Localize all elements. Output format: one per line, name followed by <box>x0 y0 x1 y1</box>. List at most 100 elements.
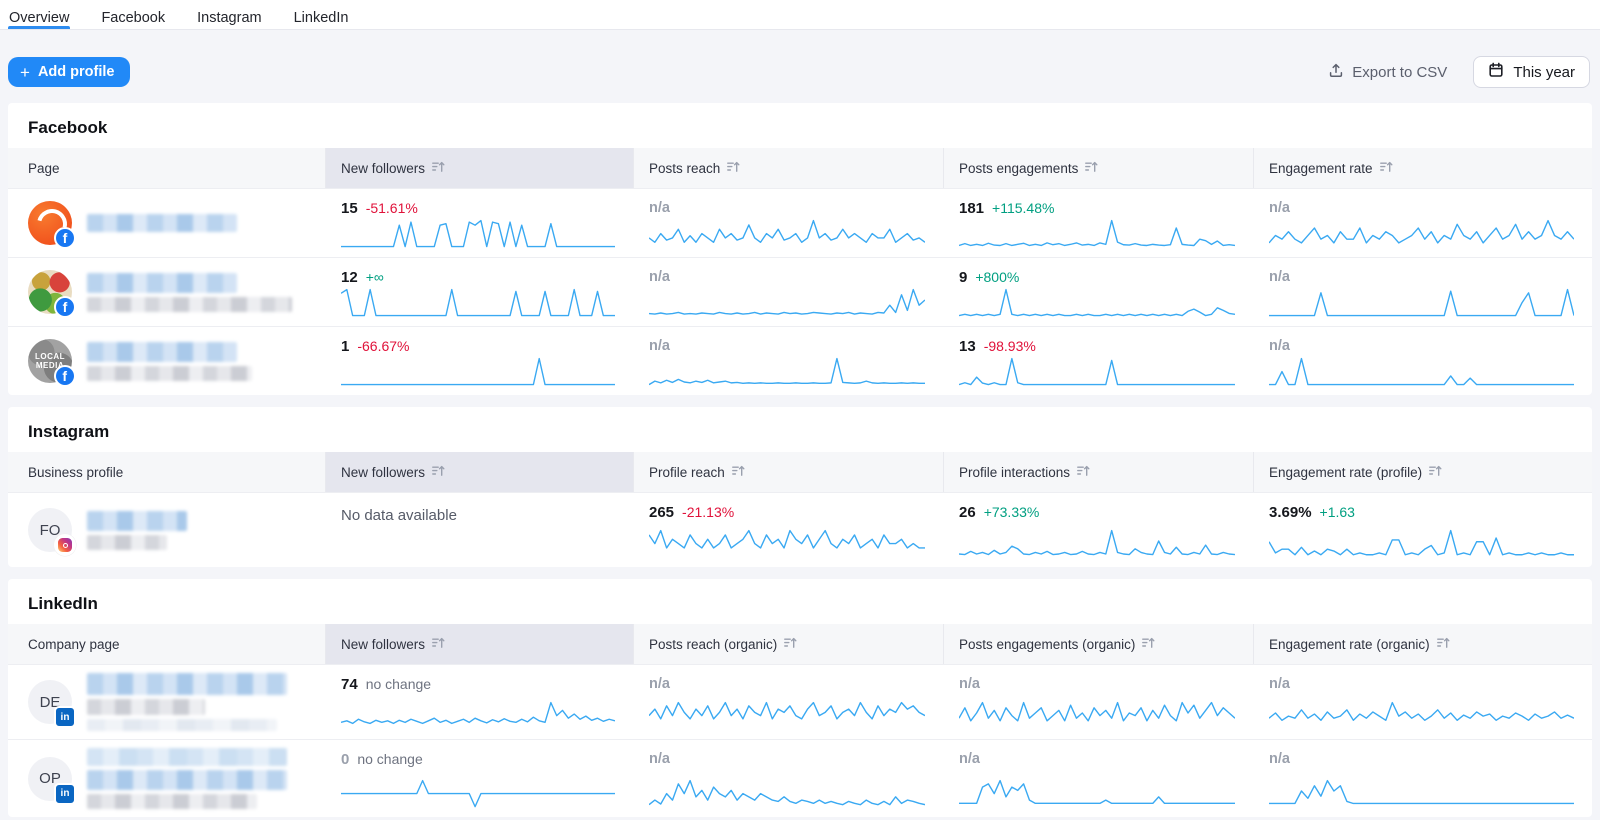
export-to-csv-button[interactable]: Export to CSV <box>1328 62 1447 82</box>
tab-overview[interactable]: Overview <box>8 0 70 29</box>
column-header-label: Posts engagements (organic) <box>959 637 1135 652</box>
redacted-profile-name <box>87 214 237 232</box>
profile-cell[interactable]: OPin <box>8 740 325 817</box>
metric-value: 1 <box>341 338 349 355</box>
metric-value: 74 <box>341 676 358 693</box>
column-header-profile-reach[interactable]: Profile reach <box>633 452 943 492</box>
add-profile-button[interactable]: + Add profile <box>8 57 130 87</box>
metric-cell: 12+∞ <box>325 258 633 326</box>
metric-value-row: n/a <box>649 269 925 285</box>
table-row: DEin 74no change n/a n/a n/a <box>8 664 1592 739</box>
column-header-engagement-rate[interactable]: Engagement rate <box>1253 148 1592 188</box>
na-label: n/a <box>1269 269 1290 285</box>
sparkline-chart <box>649 700 925 730</box>
sort-icon <box>432 465 445 480</box>
column-header-engagement-rate-organic-[interactable]: Engagement rate (organic) <box>1253 624 1592 664</box>
profile-cell[interactable]: FO <box>8 493 325 567</box>
profile-avatar: LOCALMEDIAf <box>28 339 72 383</box>
column-header-new-followers[interactable]: New followers <box>325 148 633 188</box>
redacted-text-line <box>87 273 237 293</box>
section-title: Facebook <box>8 103 1592 148</box>
metric-value-row: 265-21.13% <box>649 504 925 521</box>
column-header-posts-reach-organic-[interactable]: Posts reach (organic) <box>633 624 943 664</box>
metric-delta: -21.13% <box>682 504 734 520</box>
add-profile-label: Add profile <box>38 64 115 80</box>
metric-delta: +∞ <box>366 269 384 285</box>
metric-value-row: n/a <box>649 338 925 354</box>
section-title: Instagram <box>8 407 1592 452</box>
metric-value: 13 <box>959 338 976 355</box>
column-header-label: Profile reach <box>649 465 725 480</box>
metric-cell: No data available <box>325 493 633 567</box>
metric-delta: +115.48% <box>992 200 1054 216</box>
sparkline-chart <box>1269 778 1574 808</box>
metric-value-row: n/a <box>1269 338 1574 354</box>
profile-cell[interactable]: f <box>8 189 325 257</box>
sparkline-chart <box>1269 218 1574 248</box>
sort-icon <box>727 161 740 176</box>
redacted-text-line <box>87 770 287 790</box>
redacted-text-line <box>87 297 292 312</box>
redacted-profile-name <box>87 273 292 312</box>
column-header-new-followers[interactable]: New followers <box>325 452 633 492</box>
column-header-posts-engagements-organic-[interactable]: Posts engagements (organic) <box>943 624 1253 664</box>
redacted-text-line <box>87 214 237 232</box>
metric-value-row: 3.69%+1.63 <box>1269 504 1574 521</box>
profile-cell[interactable]: LOCALMEDIAf <box>8 327 325 395</box>
facebook-badge-icon: f <box>54 365 76 387</box>
metric-cell: 74no change <box>325 665 633 739</box>
column-header-label: Engagement rate (organic) <box>1269 637 1430 652</box>
column-header-entity: Company page <box>8 624 325 664</box>
column-header-posts-engagements[interactable]: Posts engagements <box>943 148 1253 188</box>
na-label: n/a <box>649 200 670 216</box>
redacted-text-line <box>87 748 287 766</box>
metric-cell: 265-21.13% <box>633 493 943 567</box>
facebook-badge-icon: f <box>54 227 76 249</box>
na-label: n/a <box>959 676 980 692</box>
sparkline-chart <box>959 287 1235 317</box>
na-label: n/a <box>959 751 980 767</box>
metric-value-row: n/a <box>959 751 1235 767</box>
metric-value-row: n/a <box>1269 200 1574 216</box>
redacted-text-line <box>87 366 252 381</box>
metric-cell: 3.69%+1.63 <box>1253 493 1592 567</box>
metric-delta: -98.93% <box>984 338 1036 354</box>
redacted-text-line <box>87 794 257 809</box>
tab-facebook[interactable]: Facebook <box>100 0 166 29</box>
column-header-posts-reach[interactable]: Posts reach <box>633 148 943 188</box>
no-data-label: No data available <box>341 504 615 524</box>
column-header-new-followers[interactable]: New followers <box>325 624 633 664</box>
tab-instagram[interactable]: Instagram <box>196 0 262 29</box>
profile-cell[interactable]: DEin <box>8 665 325 739</box>
column-header-label: New followers <box>341 161 425 176</box>
period-selector-button[interactable]: This year <box>1473 56 1590 88</box>
metric-value-row: 181 +115.48% <box>959 200 1235 217</box>
column-header-entity: Business profile <box>8 452 325 492</box>
metric-delta: +1.63 <box>1320 504 1355 520</box>
column-header-engagement-rate-profile-[interactable]: Engagement rate (profile) <box>1253 452 1592 492</box>
na-label: n/a <box>649 676 670 692</box>
sort-icon <box>732 465 745 480</box>
column-header-profile-interactions[interactable]: Profile interactions <box>943 452 1253 492</box>
metric-value: 181 <box>959 200 984 217</box>
camera-lens-icon <box>63 543 68 548</box>
metric-delta: -51.61% <box>366 200 418 216</box>
metric-value: 15 <box>341 200 358 217</box>
profile-cell[interactable]: f <box>8 258 325 326</box>
sort-icon <box>432 637 445 652</box>
sparkline-chart <box>649 356 925 386</box>
profile-avatar: f <box>28 270 72 314</box>
na-label: n/a <box>1269 338 1290 354</box>
metric-cell: n/a <box>1253 189 1592 257</box>
table-header-row: Business profileNew followers Profile rea… <box>8 452 1592 492</box>
column-header-label: Profile interactions <box>959 465 1070 480</box>
metric-value-row: n/a <box>1269 676 1574 692</box>
period-label: This year <box>1513 64 1575 81</box>
sparkline-chart <box>341 218 615 248</box>
tab-linkedin[interactable]: LinkedIn <box>293 0 350 29</box>
metric-value-row: 74no change <box>341 676 615 693</box>
sparkline-chart <box>341 287 615 317</box>
facebook-badge-icon: f <box>54 296 76 318</box>
redacted-text-line <box>87 673 287 695</box>
sparkline-chart <box>341 778 615 808</box>
